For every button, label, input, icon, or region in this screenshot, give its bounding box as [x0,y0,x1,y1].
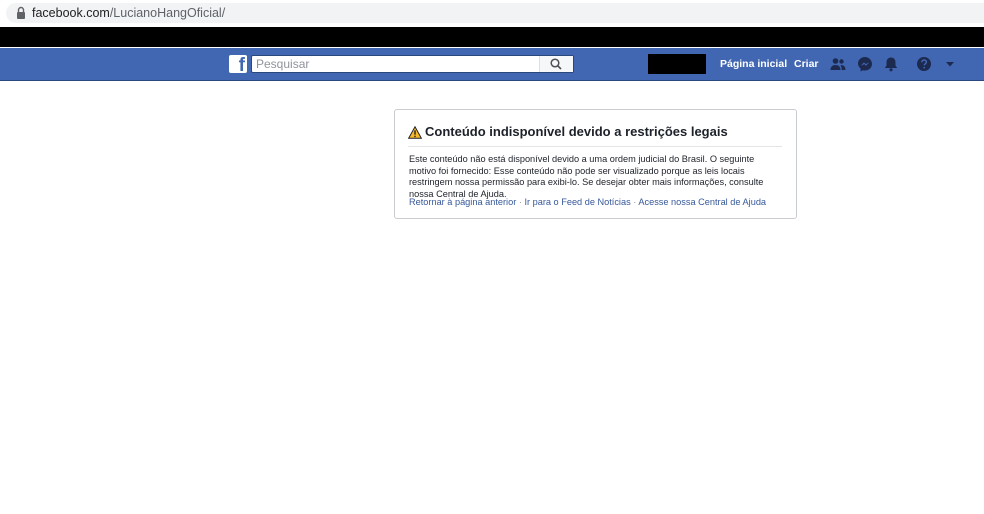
link-separator: · [518,197,522,207]
facebook-top-bar: f Página inicial Criar [0,48,984,81]
messenger-icon[interactable] [857,56,873,72]
friends-icon[interactable] [830,56,846,72]
search-box [251,55,574,73]
caret-down-icon[interactable] [942,56,958,72]
link-separator: · [633,197,637,207]
search-icon [550,58,562,70]
card-title: Conteúdo indisponível devido a restriçõe… [425,124,728,139]
content-unavailable-card: Conteúdo indisponível devido a restriçõe… [394,109,797,219]
nav-home-link[interactable]: Página inicial [720,57,787,71]
help-icon[interactable] [916,56,932,72]
profile-redacted[interactable] [648,54,706,74]
card-message: Este conteúdo não está disponível devido… [409,154,764,199]
nav-create-link[interactable]: Criar [794,57,819,71]
back-link[interactable]: Retornar à página anterior [409,197,516,207]
bell-icon[interactable] [883,56,899,72]
help-center-link[interactable]: Acesse nossa Central de Ajuda [638,197,766,207]
facebook-logo-letter: f [238,55,245,76]
card-header: Conteúdo indisponível devido a restriçõe… [408,124,782,147]
news-feed-link[interactable]: Ir para o Feed de Notícias [524,197,630,207]
facebook-logo-icon[interactable]: f [229,55,247,76]
redacted-bar [0,27,984,47]
lock-icon [17,6,25,19]
search-button[interactable] [539,56,573,72]
url-text: facebook.com/LucianoHangOficial/ [32,5,225,21]
url-field[interactable]: facebook.com/LucianoHangOficial/ [6,3,984,23]
warning-icon [408,126,422,139]
search-input[interactable] [256,56,536,72]
card-links: Retornar à página anterior · Ir para o F… [409,196,789,208]
url-domain: facebook.com [32,6,110,20]
browser-address-bar: facebook.com/LucianoHangOficial/ [0,0,984,27]
url-path: /LucianoHangOficial/ [109,6,226,20]
